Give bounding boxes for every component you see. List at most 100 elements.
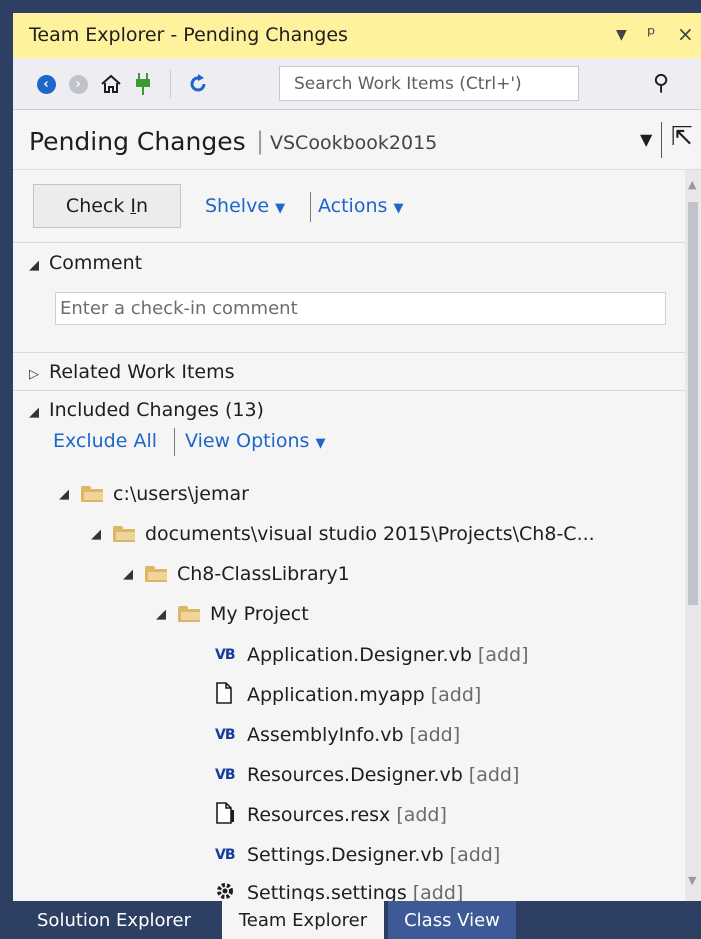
refresh-button[interactable] xyxy=(185,71,211,97)
search-input[interactable] xyxy=(280,67,578,100)
tree-folder-row[interactable]: ◢ documents\visual studio 2015\Projects\… xyxy=(91,515,595,553)
page-header: Pending Changes | VSCookbook2015 ▼ ⇱ xyxy=(13,110,701,170)
file-name: Settings.settings xyxy=(247,882,407,901)
change-type: [add] xyxy=(430,684,482,706)
tree-folder-row[interactable]: ◢ My Project xyxy=(156,595,309,633)
search-icon[interactable]: ⚲ xyxy=(653,71,669,96)
bottom-tab-bar: Solution Explorer Team Explorer Class Vi… xyxy=(0,901,701,939)
expanded-triangle-icon: ◢ xyxy=(123,566,133,582)
change-type: [add] xyxy=(449,844,501,866)
comment-box[interactable] xyxy=(55,292,666,325)
expanded-triangle-icon: ◢ xyxy=(156,606,166,622)
tree-file-row[interactable]: Application.myapp [add] xyxy=(215,676,481,714)
change-type: [add] xyxy=(412,882,464,901)
expanded-triangle-icon: ◢ xyxy=(29,258,39,273)
view-options-link[interactable]: View Options ▼ xyxy=(185,430,325,452)
folder-label: c:\users\jemar xyxy=(113,483,249,505)
expanded-triangle-icon: ◢ xyxy=(59,486,69,502)
file-name: Resources.resx xyxy=(247,804,391,826)
tree-file-row[interactable]: Resources.resx [add] xyxy=(215,796,447,834)
expanded-triangle-icon: ◢ xyxy=(29,405,39,420)
tree-file-row[interactable]: VB AssemblyInfo.vb [add] xyxy=(215,716,460,754)
window-frame-top xyxy=(0,0,701,13)
folder-icon xyxy=(81,486,103,502)
title-separator: | xyxy=(256,127,265,155)
tree-file-row[interactable]: VB Resources.Designer.vb [add] xyxy=(215,756,519,794)
resx-file-icon xyxy=(215,801,247,829)
back-button[interactable]: ‹ xyxy=(33,71,59,97)
close-icon[interactable]: × xyxy=(677,22,694,46)
window-dropdown-icon[interactable]: ▼ xyxy=(616,27,627,43)
comment-heading: Comment xyxy=(49,252,143,274)
tree-file-row[interactable]: VB Settings.Designer.vb [add] xyxy=(215,836,500,874)
page-title: Pending Changes xyxy=(29,127,246,156)
plug-icon xyxy=(136,73,150,95)
chevron-down-icon: ▼ xyxy=(393,201,404,216)
file-name: Application.myapp xyxy=(247,684,425,706)
comment-section-header[interactable]: ◢ Comment xyxy=(29,252,142,274)
folder-icon xyxy=(145,566,167,582)
scroll-down-icon[interactable]: ▼ xyxy=(688,874,696,887)
folder-label: Ch8-ClassLibrary1 xyxy=(177,563,350,585)
change-type: [add] xyxy=(477,644,529,666)
tab-solution-explorer[interactable]: Solution Explorer xyxy=(13,901,215,939)
actions-link[interactable]: Actions ▼ xyxy=(318,195,403,217)
exclude-all-link[interactable]: Exclude All xyxy=(53,430,157,452)
shelve-label: Shelve xyxy=(205,195,270,217)
page-dropdown-icon[interactable]: ▼ xyxy=(640,130,652,149)
file-name: Settings.Designer.vb xyxy=(247,844,444,866)
back-arrow-icon: ‹ xyxy=(36,74,56,94)
connect-button[interactable] xyxy=(130,71,156,97)
divider xyxy=(13,242,685,243)
scroll-up-icon[interactable]: ▲ xyxy=(688,178,696,191)
pin-icon[interactable]: ᵖ xyxy=(647,22,656,46)
chevron-down-icon: ▼ xyxy=(315,436,326,451)
change-type: [add] xyxy=(468,764,520,786)
document-icon xyxy=(215,681,247,709)
folder-label: documents\visual studio 2015\Projects\Ch… xyxy=(145,523,595,545)
tool-window-titlebar[interactable]: Team Explorer - Pending Changes ▼ ᵖ × xyxy=(13,13,701,58)
scrollbar-thumb[interactable] xyxy=(688,202,698,605)
change-type: [add] xyxy=(409,724,461,746)
navigate-up-icon[interactable]: ⇱ xyxy=(671,122,693,152)
header-divider xyxy=(661,122,662,158)
tab-team-explorer[interactable]: Team Explorer xyxy=(222,901,384,939)
vb-file-icon: VB xyxy=(215,847,236,863)
settings-file-icon xyxy=(215,881,247,902)
search-box[interactable] xyxy=(279,66,579,101)
toolbar-separator xyxy=(170,70,171,98)
view-options-label: View Options xyxy=(185,430,310,452)
link-divider xyxy=(174,428,175,456)
toolbar: ‹ › ⚲ xyxy=(13,58,701,110)
file-name: Application.Designer.vb xyxy=(247,644,472,666)
vb-file-icon: VB xyxy=(215,647,236,663)
check-in-comment-input[interactable] xyxy=(56,293,665,324)
home-icon xyxy=(101,74,121,93)
tree-folder-row[interactable]: ◢ Ch8-ClassLibrary1 xyxy=(123,555,350,593)
related-work-items-header[interactable]: ▷ Related Work Items xyxy=(29,361,235,383)
folder-icon xyxy=(178,606,200,622)
tree-folder-row[interactable]: ◢ c:\users\jemar xyxy=(59,475,249,513)
folder-label: My Project xyxy=(210,603,309,625)
window-title: Team Explorer - Pending Changes xyxy=(29,24,348,46)
window-frame-left xyxy=(0,0,13,939)
divider xyxy=(13,390,685,391)
pending-changes-panel: Check In Shelve ▼ Actions ▼ ◢ Comment ▷ Re… xyxy=(13,170,685,901)
change-type: [add] xyxy=(396,804,447,826)
actions-label: Actions xyxy=(318,195,388,217)
actions-divider xyxy=(310,192,311,222)
tree-file-row[interactable]: Settings.settings [add] xyxy=(215,874,463,901)
included-changes-header[interactable]: ◢ Included Changes (13) xyxy=(29,399,264,421)
related-heading: Related Work Items xyxy=(49,361,235,383)
tab-class-view[interactable]: Class View xyxy=(388,901,516,939)
check-in-button[interactable]: Check In xyxy=(33,184,181,228)
tree-file-row[interactable]: VB Application.Designer.vb [add] xyxy=(215,636,529,674)
project-name: VSCookbook2015 xyxy=(270,132,438,154)
divider xyxy=(13,352,685,353)
file-name: AssemblyInfo.vb xyxy=(247,724,404,746)
home-button[interactable] xyxy=(98,71,124,97)
forward-button[interactable]: › xyxy=(65,71,91,97)
collapsed-triangle-icon: ▷ xyxy=(29,367,39,382)
shelve-link[interactable]: Shelve ▼ xyxy=(205,195,285,217)
vertical-scrollbar[interactable]: ▲ ▼ xyxy=(685,170,701,901)
